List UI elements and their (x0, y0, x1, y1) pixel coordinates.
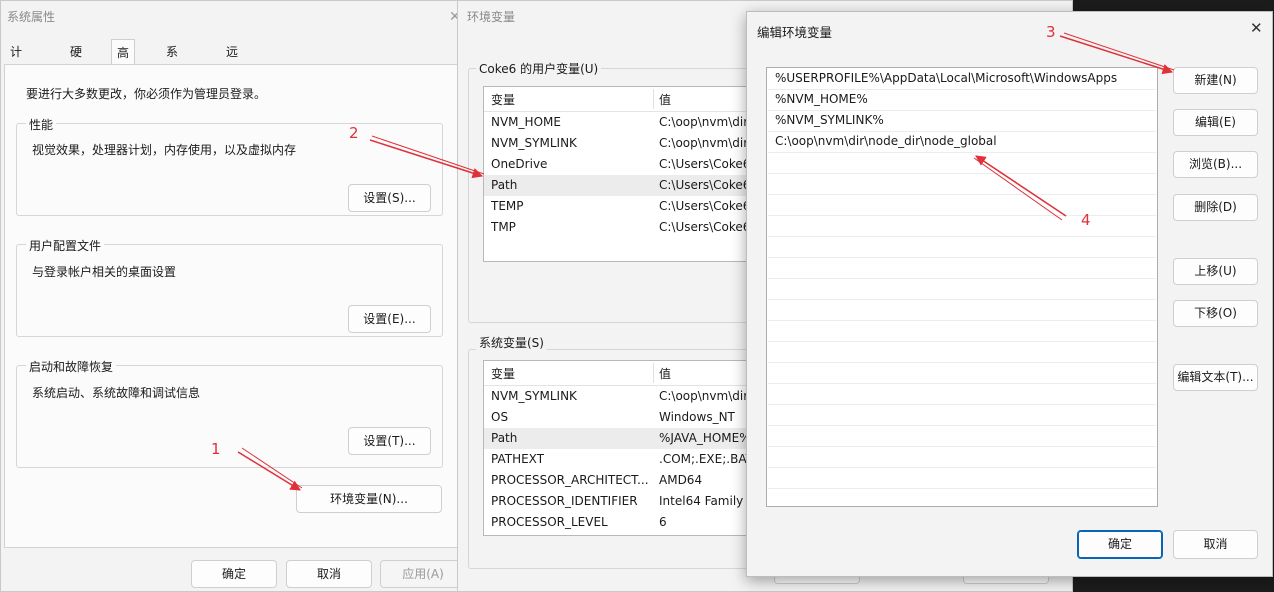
arrow-3 (1059, 35, 1173, 75)
annotation-3: 3 (1046, 23, 1056, 41)
arrow-1 (237, 451, 301, 491)
annotation-4: 4 (1081, 211, 1091, 229)
annotation-2: 2 (349, 124, 359, 142)
annotation-arrows (237, 32, 1175, 491)
annotation-1: 1 (211, 440, 221, 458)
arrow-4 (975, 155, 1067, 217)
arrow-2 (369, 139, 483, 179)
